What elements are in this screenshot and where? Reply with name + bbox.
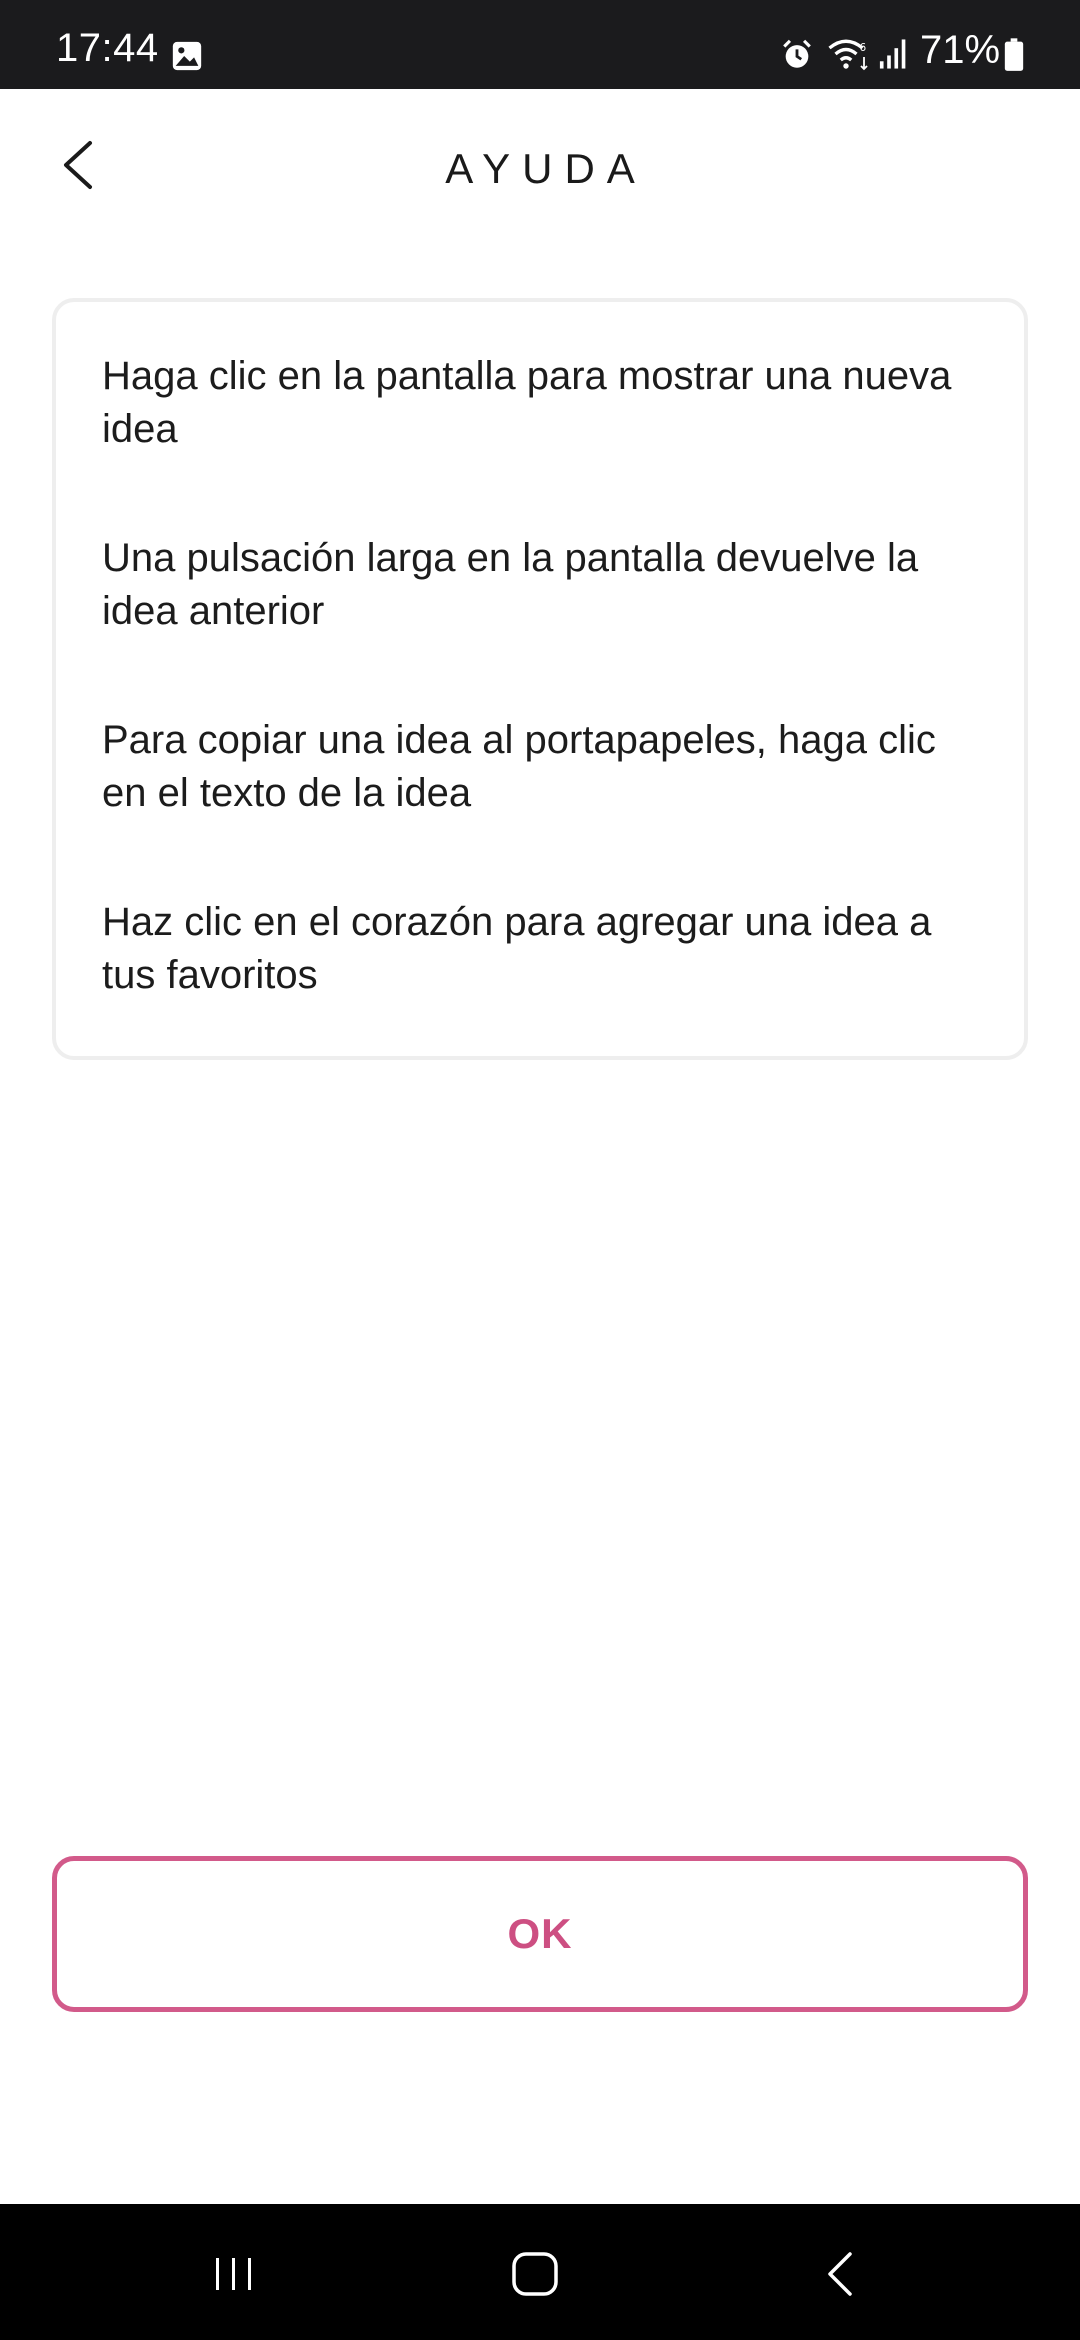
help-item-previous-idea: Una pulsación larga en la pantalla devue… [102,536,919,633]
ok-button-label: OK [507,1910,573,1957]
status-time: 17:44 [56,26,159,70]
battery-icon [1004,38,1024,71]
app-header: AYUDA [0,89,1080,249]
battery-percentage: 71% [920,28,1001,72]
gallery-icon [172,41,202,71]
help-item-new-idea: Haga clic en la pantalla para mostrar un… [102,354,952,451]
svg-text:6: 6 [860,42,867,54]
navigation-bar [0,2204,1080,2340]
recents-icon[interactable] [210,2250,258,2298]
home-icon[interactable] [510,2248,562,2300]
wifi-icon: 6 [828,39,868,71]
help-screen: 17:44 6 71% AYUDA Haga clic en la pantal… [0,0,1080,2340]
signal-icon [879,39,906,69]
help-item-favorite-idea: Haz clic en el corazón para agregar una … [102,900,932,997]
status-bar: 17:44 6 71% [0,0,1080,89]
help-item-copy-idea: Para copiar una idea al portapapeles, ha… [102,718,936,815]
alarm-icon [783,39,811,68]
ok-button[interactable]: OK [52,1856,1028,2012]
page-title: AYUDA [445,145,647,192]
help-card: Haga clic en la pantalla para mostrar un… [52,298,1028,1060]
back-icon[interactable] [820,2248,860,2300]
